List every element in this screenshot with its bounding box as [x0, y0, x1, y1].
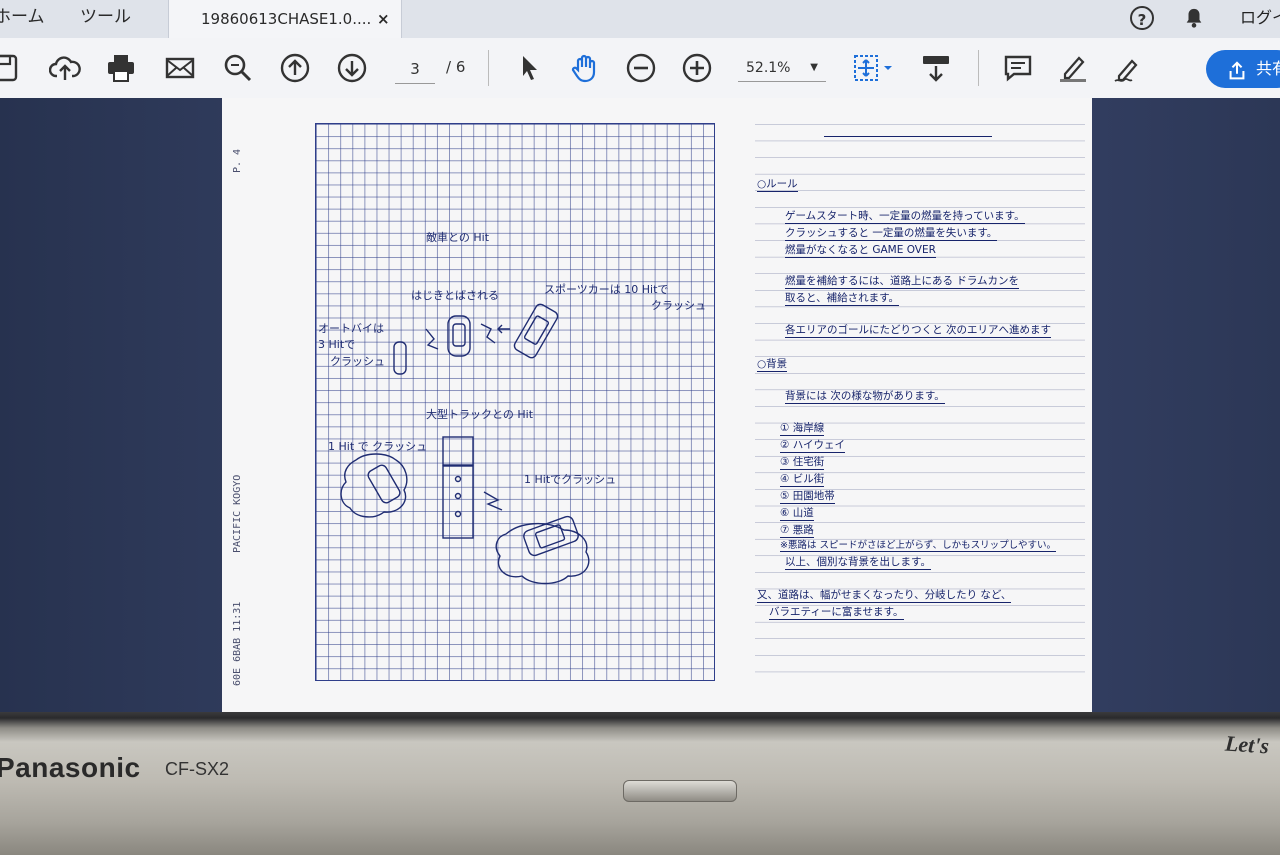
- car-sketch-drawing: [340, 303, 590, 585]
- highlight-icon[interactable]: [1057, 52, 1089, 84]
- background-list-item: ⑥ 山道: [780, 507, 814, 521]
- grid-annotation: 1 Hitでクラッシュ: [524, 473, 617, 486]
- scroll-mode-icon[interactable]: [920, 52, 952, 84]
- section-heading: ○背景: [757, 358, 788, 372]
- toolbar: / 6 52.1% ▼: [0, 38, 1280, 99]
- background-list-item: ⑤ 田園地帯: [780, 490, 835, 504]
- mail-icon[interactable]: [164, 52, 196, 84]
- select-cursor-icon[interactable]: [514, 52, 546, 84]
- laptop-bezel: Panasonic CF-SX2 Let's: [0, 712, 1280, 855]
- help-icon[interactable]: ?: [1130, 6, 1154, 30]
- grid-annotation: 1 Hit で クラッシュ: [328, 440, 428, 453]
- note-line: 取ると、補給されます。: [785, 292, 900, 306]
- fit-page-icon[interactable]: [852, 52, 896, 84]
- background-list-item: ① 海岸線: [780, 422, 825, 436]
- page-number-label: P. 4: [232, 148, 243, 173]
- toolbar-divider: [488, 50, 489, 86]
- share-button[interactable]: 共有: [1206, 50, 1280, 88]
- save-icon[interactable]: [0, 52, 20, 84]
- login-link[interactable]: ログイン: [1240, 0, 1280, 36]
- tab-document-title: 19860613CHASE1.0....: [201, 10, 372, 28]
- note-line: 各エリアのゴールにたどりつくと 次のエリアへ進めます: [785, 324, 1051, 338]
- zoom-level-select[interactable]: 52.1% ▼: [738, 55, 826, 82]
- player-car-sketch: [447, 315, 471, 357]
- background-list-item: ④ ビル街: [780, 473, 825, 487]
- note-line: バラエティーに富ませます。: [769, 606, 904, 620]
- background-list-item: ③ 住宅街: [780, 456, 825, 470]
- note-line: 以上、個別な背景を出します。: [785, 556, 931, 570]
- grid-annotation: はじきとばされる: [411, 289, 499, 302]
- zoom-search-icon[interactable]: [222, 52, 254, 84]
- note-line: ゲームスタート時、一定量の燃量を持っています。: [785, 210, 1025, 224]
- note-line: ※悪路は スピードがさほど上がらず、しかもスリップしやすい。: [780, 537, 1057, 552]
- screen: ホーム ツール 19860613CHASE1.0.... × ? ログイン: [0, 0, 1280, 718]
- note-line: 燃量を補給するには、道路上にある ドラムカンを: [785, 275, 1020, 289]
- grid-annotation: スポーツカーは 10 Hitで: [544, 283, 669, 296]
- zoom-in-icon[interactable]: [681, 52, 713, 84]
- next-page-icon[interactable]: [336, 52, 368, 84]
- note-line: 燃量がなくなると GAME OVER: [785, 244, 936, 258]
- grid-annotation: 敵車との Hit: [426, 231, 490, 244]
- model-label: CF-SX2: [165, 759, 230, 779]
- toolbar-divider: [978, 50, 979, 86]
- chevron-down-icon: ▼: [810, 62, 818, 73]
- zoom-out-icon[interactable]: [625, 52, 657, 84]
- grid-annotation: クラッシュ: [651, 299, 706, 312]
- grid-sketch-sheet: 敵車との Hit はじきとばされる スポーツカーは 10 Hitで クラッシュ …: [315, 123, 715, 681]
- grid-annotation: オートバイは: [318, 322, 384, 335]
- zoom-level-value: 52.1%: [746, 60, 791, 76]
- close-icon[interactable]: ×: [377, 2, 390, 36]
- share-icon: [1226, 58, 1248, 80]
- sports-car-sketch: [513, 303, 559, 359]
- bell-icon[interactable]: [1183, 7, 1205, 29]
- tab-document[interactable]: 19860613CHASE1.0.... ×: [168, 0, 402, 40]
- print-icon[interactable]: [105, 52, 137, 84]
- notes-sheet: ○ルール ゲームスタート時、一定量の燃量を持っています。 クラッシュすると 一定…: [755, 108, 1085, 688]
- tab-home[interactable]: ホーム: [0, 0, 54, 38]
- page-number-input[interactable]: [395, 55, 435, 84]
- share-label: 共有: [1256, 59, 1280, 78]
- sign-icon[interactable]: [1112, 52, 1144, 84]
- lid-latch: [623, 780, 737, 802]
- prev-page-icon[interactable]: [279, 52, 311, 84]
- background-list-item: ② ハイウェイ: [780, 439, 846, 453]
- lets-logo: Let's: [1224, 730, 1270, 759]
- note-line: 背景には 次の様な物があります。: [785, 390, 945, 404]
- grid-annotation: クラッシュ: [330, 355, 385, 368]
- brand-logo: Panasonic: [0, 752, 141, 783]
- background-list-item: ⑦ 悪路: [780, 524, 814, 538]
- motorbike-sketch: [393, 341, 407, 375]
- page-total: / 6: [446, 58, 466, 76]
- date-stamp-label: 60E 6BAB 11:31: [232, 601, 243, 686]
- truck-cab-sketch: [442, 436, 474, 466]
- comment-icon[interactable]: [1002, 52, 1034, 84]
- document-page: P. 4 PACIFIC KOGYO 60E 6BAB 11:31 敵車との H…: [222, 98, 1092, 718]
- document-viewport[interactable]: P. 4 PACIFIC KOGYO 60E 6BAB 11:31 敵車との H…: [0, 98, 1280, 718]
- hand-tool-icon[interactable]: [569, 52, 601, 84]
- grid-annotation: 大型トラックとの Hit: [426, 408, 534, 421]
- note-line: クラッシュすると 一定量の燃量を失います。: [785, 227, 998, 241]
- grid-annotation: 3 Hitで: [318, 338, 356, 351]
- note-line: 又、道路は、幅がせまくなったり、分岐したり など、: [757, 589, 1012, 603]
- section-heading: ○ルール: [757, 178, 798, 192]
- tab-tools[interactable]: ツール: [80, 0, 140, 38]
- cloud-upload-icon[interactable]: [48, 52, 81, 84]
- tab-bar: ホーム ツール 19860613CHASE1.0.... × ? ログイン: [0, 0, 1280, 40]
- pacific-kogyo-label: PACIFIC KOGYO: [232, 474, 243, 553]
